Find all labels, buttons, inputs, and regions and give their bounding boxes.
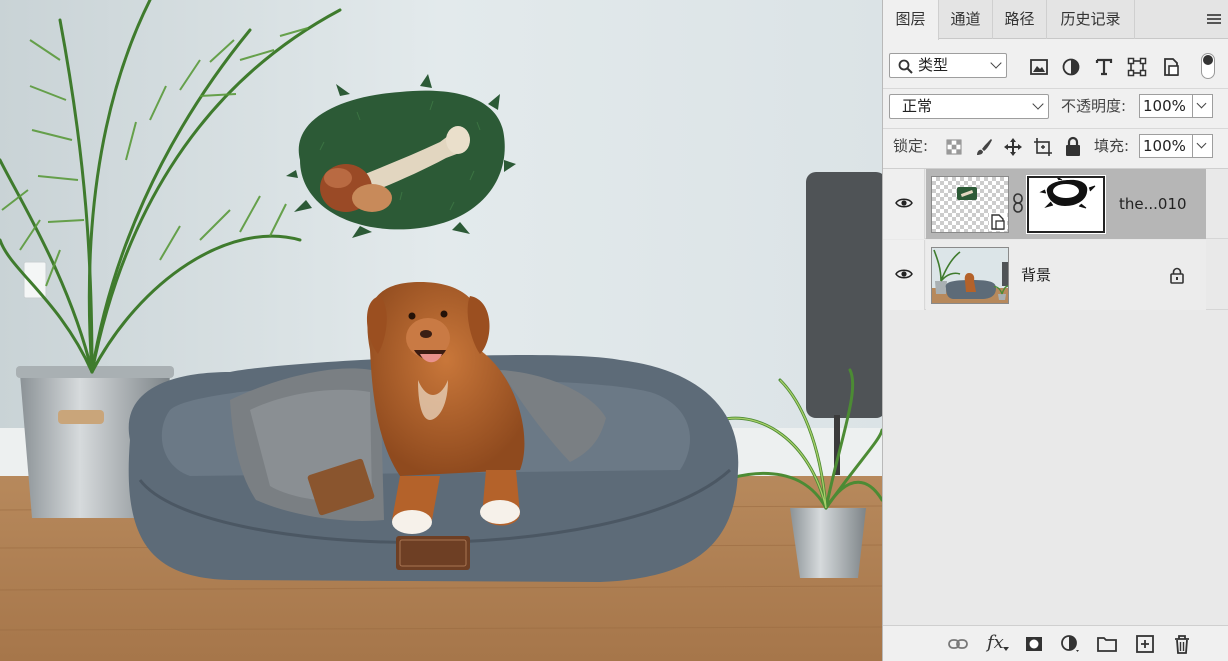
blend-mode-select[interactable]: 正常 bbox=[889, 94, 1049, 119]
filter-kind-label: 类型 bbox=[918, 56, 949, 74]
lock-label: 锁定: bbox=[893, 137, 929, 155]
layer-thumbnail[interactable] bbox=[931, 247, 1009, 304]
chevron-down-icon bbox=[990, 57, 1002, 69]
blend-mode-label: 正常 bbox=[902, 97, 933, 115]
layer-thumbnail[interactable] bbox=[931, 176, 1009, 233]
new-group-icon[interactable] bbox=[1096, 633, 1118, 655]
opacity-label: 不透明度: bbox=[1061, 97, 1127, 115]
tab-layers[interactable]: 图层 bbox=[883, 0, 939, 40]
hamburger-icon[interactable] bbox=[1207, 14, 1221, 26]
layers-list: the...010 背景 bbox=[883, 168, 1228, 626]
chevron-down-icon bbox=[1196, 138, 1207, 149]
link-layers-icon[interactable] bbox=[947, 633, 969, 655]
layers-panel: 图层 通道 路径 历史记录 类型 正常 不透明度: 100% 锁定: 填充: 1… bbox=[882, 0, 1228, 661]
lock-row: 锁定: 填充: 100% bbox=[883, 128, 1228, 164]
lock-icon[interactable] bbox=[1169, 267, 1185, 284]
delete-layer-icon[interactable] bbox=[1171, 633, 1193, 655]
blend-row: 正常 不透明度: 100% bbox=[883, 88, 1228, 124]
fill-input[interactable]: 100% bbox=[1139, 134, 1193, 158]
layer-filter-row: 类型 bbox=[883, 47, 1228, 85]
panel-tab-bar: 图层 通道 路径 历史记录 bbox=[883, 0, 1228, 40]
eye-icon bbox=[895, 198, 913, 208]
mask-shape bbox=[1039, 178, 1096, 209]
layer-row[interactable]: 背景 bbox=[883, 240, 1228, 310]
chain-link-icon[interactable] bbox=[1012, 193, 1024, 213]
adjustment-layer-icon[interactable] bbox=[1059, 633, 1081, 655]
opacity-dropdown[interactable] bbox=[1193, 94, 1213, 118]
lock-position-icon[interactable] bbox=[1002, 136, 1024, 158]
smart-object-filter-icon[interactable] bbox=[1160, 56, 1182, 78]
lock-transparent-pixels-icon[interactable] bbox=[943, 136, 965, 158]
eye-icon bbox=[895, 269, 913, 279]
layers-empty-area[interactable] bbox=[883, 311, 1228, 626]
visibility-toggle[interactable] bbox=[883, 240, 925, 310]
photoshop-window: 图层 通道 路径 历史记录 类型 正常 不透明度: 100% 锁定: 填充: 1… bbox=[0, 0, 1228, 661]
lock-all-icon[interactable] bbox=[1062, 136, 1084, 158]
fx-icon[interactable]: fx bbox=[987, 633, 1009, 655]
chevron-down-icon bbox=[1032, 98, 1044, 110]
lock-image-pixels-icon[interactable] bbox=[973, 136, 995, 158]
opacity-input[interactable]: 100% bbox=[1139, 94, 1193, 118]
layer-thumbnail-content bbox=[957, 187, 977, 200]
layer-row[interactable]: the...010 bbox=[883, 169, 1228, 239]
search-icon bbox=[898, 59, 913, 74]
tab-channels[interactable]: 通道 bbox=[939, 0, 993, 39]
layer-name[interactable]: 背景 bbox=[1021, 265, 1051, 285]
layer-main-area[interactable]: the...010 bbox=[926, 169, 1206, 239]
layer-main-area[interactable]: 背景 bbox=[926, 240, 1206, 310]
prevent-auto-nesting-icon[interactable] bbox=[1032, 136, 1054, 158]
layer-mask-thumbnail[interactable] bbox=[1026, 175, 1106, 234]
pixel-layer-filter-icon[interactable] bbox=[1028, 56, 1050, 78]
new-layer-icon[interactable] bbox=[1134, 633, 1156, 655]
background-thumbnail-image bbox=[932, 248, 1008, 303]
add-mask-icon[interactable] bbox=[1023, 633, 1045, 655]
fill-dropdown[interactable] bbox=[1193, 134, 1213, 158]
layer-name[interactable]: the...010 bbox=[1119, 194, 1187, 214]
fx-label: fx bbox=[987, 632, 1004, 653]
tab-history[interactable]: 历史记录 bbox=[1047, 0, 1135, 39]
shape-layer-filter-icon[interactable] bbox=[1126, 56, 1148, 78]
adjustment-layer-filter-icon[interactable] bbox=[1060, 56, 1082, 78]
canvas-image bbox=[0, 0, 882, 661]
tab-paths[interactable]: 路径 bbox=[993, 0, 1047, 39]
smart-object-badge-icon bbox=[989, 213, 1007, 231]
chevron-down-icon bbox=[1196, 98, 1207, 109]
filter-kind-select[interactable]: 类型 bbox=[889, 53, 1007, 78]
filter-toggle[interactable] bbox=[1201, 53, 1215, 79]
type-layer-filter-icon[interactable] bbox=[1093, 56, 1115, 78]
fill-label: 填充: bbox=[1094, 137, 1130, 155]
layers-panel-footer: fx bbox=[883, 625, 1228, 661]
visibility-toggle[interactable] bbox=[883, 169, 925, 239]
document-canvas[interactable] bbox=[0, 0, 882, 661]
